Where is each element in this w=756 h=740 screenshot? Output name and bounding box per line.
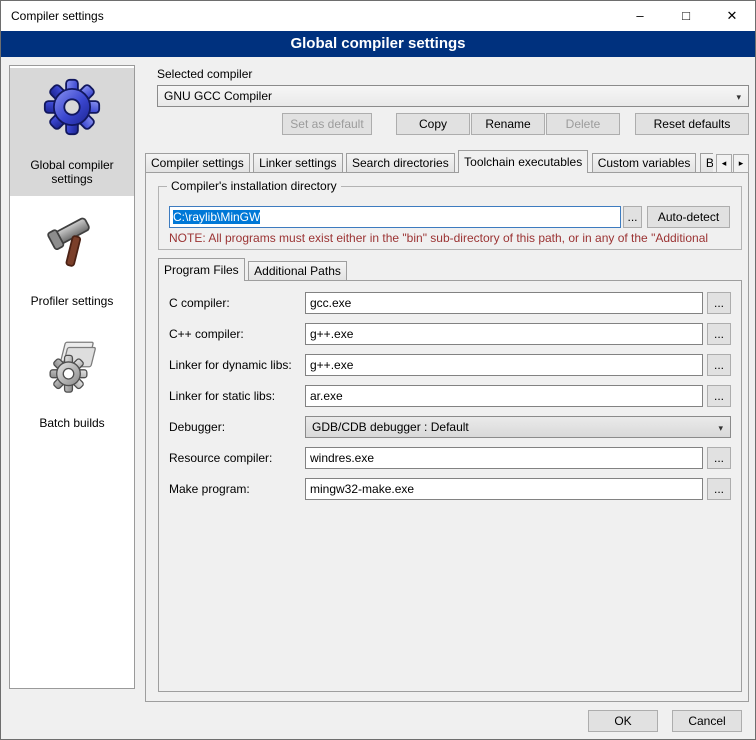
- minimize-button[interactable]: –: [617, 1, 663, 31]
- batch-gear-icon: [44, 334, 100, 396]
- window-controls: – □ ✕: [617, 1, 755, 31]
- dynamic-linker-input[interactable]: [305, 354, 703, 376]
- resource-compiler-input[interactable]: [305, 447, 703, 469]
- compiler-settings-tabstrip: Compiler settings Linker settings Search…: [145, 150, 749, 173]
- program-files-tabstrip: Program Files Additional Paths: [158, 258, 738, 281]
- tab-list: Compiler settings Linker settings Search…: [145, 150, 713, 173]
- close-icon: ✕: [727, 8, 738, 23]
- hammer-icon-svg: [44, 214, 100, 272]
- chevron-down-icon: ▾: [736, 87, 741, 107]
- sidebar-item-label: Batch builds: [39, 416, 104, 430]
- field-row-static-linker: Linker for static libs: ...: [159, 385, 741, 407]
- debugger-label: Debugger:: [169, 416, 225, 438]
- settings-category-sidebar: Global compiler settings Profi: [9, 65, 135, 689]
- c-compiler-label: C compiler:: [169, 292, 230, 314]
- cpp-compiler-label: C++ compiler:: [169, 323, 244, 345]
- directory-note: NOTE: All programs must exist either in …: [169, 231, 735, 245]
- installation-directory-groupbox: Compiler's installation directory C:\ray…: [158, 186, 742, 250]
- maximize-icon: □: [682, 8, 690, 23]
- dialog-header: Global compiler settings: [1, 31, 755, 57]
- install-directory-input[interactable]: C:\raylib\MinGW: [169, 206, 621, 228]
- chevron-down-icon: ▾: [718, 418, 723, 438]
- sidebar-item-label: Global compiler settings: [13, 158, 131, 186]
- sidebar-item-batch-builds[interactable]: Batch builds: [10, 326, 134, 440]
- make-program-input[interactable]: [305, 478, 703, 500]
- field-row-resource-compiler: Resource compiler: ...: [159, 447, 741, 469]
- tab-program-files[interactable]: Program Files: [158, 258, 245, 281]
- browse-directory-button[interactable]: ...: [623, 206, 642, 228]
- tab-search-directories[interactable]: Search directories: [346, 153, 455, 173]
- selected-compiler-value: GNU GCC Compiler: [164, 89, 272, 103]
- sidebar-item-global-compiler-settings[interactable]: Global compiler settings: [10, 68, 134, 196]
- c-compiler-input[interactable]: [305, 292, 703, 314]
- tab-linker-settings[interactable]: Linker settings: [253, 153, 342, 173]
- compiler-settings-window: Compiler settings – □ ✕ Global compiler …: [0, 0, 756, 740]
- debugger-dropdown[interactable]: GDB/CDB debugger : Default ▾: [305, 416, 731, 438]
- tab-scroll-right-button[interactable]: ▸: [733, 154, 749, 173]
- browse-button[interactable]: ...: [707, 447, 731, 469]
- debugger-value: GDB/CDB debugger : Default: [312, 420, 469, 434]
- cancel-button[interactable]: Cancel: [672, 710, 742, 732]
- browse-button[interactable]: ...: [707, 354, 731, 376]
- hammer-icon: [44, 212, 100, 274]
- tab-compiler-settings[interactable]: Compiler settings: [145, 153, 250, 173]
- batch-gear-icon-svg: [44, 336, 100, 394]
- tab-scroll-left-button[interactable]: ◂: [716, 154, 732, 173]
- cpp-compiler-input[interactable]: [305, 323, 703, 345]
- static-linker-label: Linker for static libs:: [169, 385, 275, 407]
- window-title: Compiler settings: [11, 1, 104, 31]
- toolchain-executables-panel: Compiler's installation directory C:\ray…: [145, 172, 749, 702]
- tab-additional-paths[interactable]: Additional Paths: [248, 261, 347, 281]
- set-as-default-button[interactable]: Set as default: [282, 113, 372, 135]
- maximize-button[interactable]: □: [663, 1, 709, 31]
- reset-defaults-button[interactable]: Reset defaults: [635, 113, 749, 135]
- dynamic-linker-label: Linker for dynamic libs:: [169, 354, 292, 376]
- install-directory-selected-text: C:\raylib\MinGW: [173, 210, 260, 224]
- field-row-cpp-compiler: C++ compiler: ...: [159, 323, 741, 345]
- browse-button[interactable]: ...: [707, 292, 731, 314]
- copy-button[interactable]: Copy: [396, 113, 470, 135]
- sidebar-item-label: Profiler settings: [31, 294, 114, 308]
- field-row-debugger: Debugger: GDB/CDB debugger : Default ▾: [159, 416, 741, 438]
- rename-button[interactable]: Rename: [471, 113, 545, 135]
- close-button[interactable]: ✕: [709, 1, 755, 31]
- selected-compiler-dropdown[interactable]: GNU GCC Compiler ▾: [157, 85, 749, 107]
- ok-button[interactable]: OK: [588, 710, 658, 732]
- gear-icon-svg: [43, 78, 101, 136]
- minimize-icon: –: [636, 8, 643, 23]
- right-arrow-icon: ▸: [739, 158, 744, 168]
- selected-compiler-label: Selected compiler: [157, 67, 252, 81]
- installation-directory-title: Compiler's installation directory: [167, 179, 341, 193]
- delete-button[interactable]: Delete: [546, 113, 620, 135]
- browse-button[interactable]: ...: [707, 478, 731, 500]
- field-row-make-program: Make program: ...: [159, 478, 741, 500]
- sidebar-item-profiler-settings[interactable]: Profiler settings: [10, 204, 134, 318]
- field-row-c-compiler: C compiler: ...: [159, 292, 741, 314]
- browse-button[interactable]: ...: [707, 385, 731, 407]
- resource-compiler-label: Resource compiler:: [169, 447, 272, 469]
- auto-detect-button[interactable]: Auto-detect: [647, 206, 730, 228]
- static-linker-input[interactable]: [305, 385, 703, 407]
- left-arrow-icon: ◂: [722, 158, 727, 168]
- gear-icon: [43, 76, 101, 138]
- titlebar[interactable]: Compiler settings – □ ✕: [1, 1, 755, 31]
- field-row-dynamic-linker: Linker for dynamic libs: ...: [159, 354, 741, 376]
- program-files-panel: C compiler: ... C++ compiler: ... Linker…: [158, 280, 742, 692]
- tab-toolchain-executables[interactable]: Toolchain executables: [458, 150, 588, 173]
- tab-custom-variables[interactable]: Custom variables: [592, 153, 697, 173]
- tab-build-options[interactable]: Build options: [700, 153, 713, 173]
- make-program-label: Make program:: [169, 478, 250, 500]
- browse-button[interactable]: ...: [707, 323, 731, 345]
